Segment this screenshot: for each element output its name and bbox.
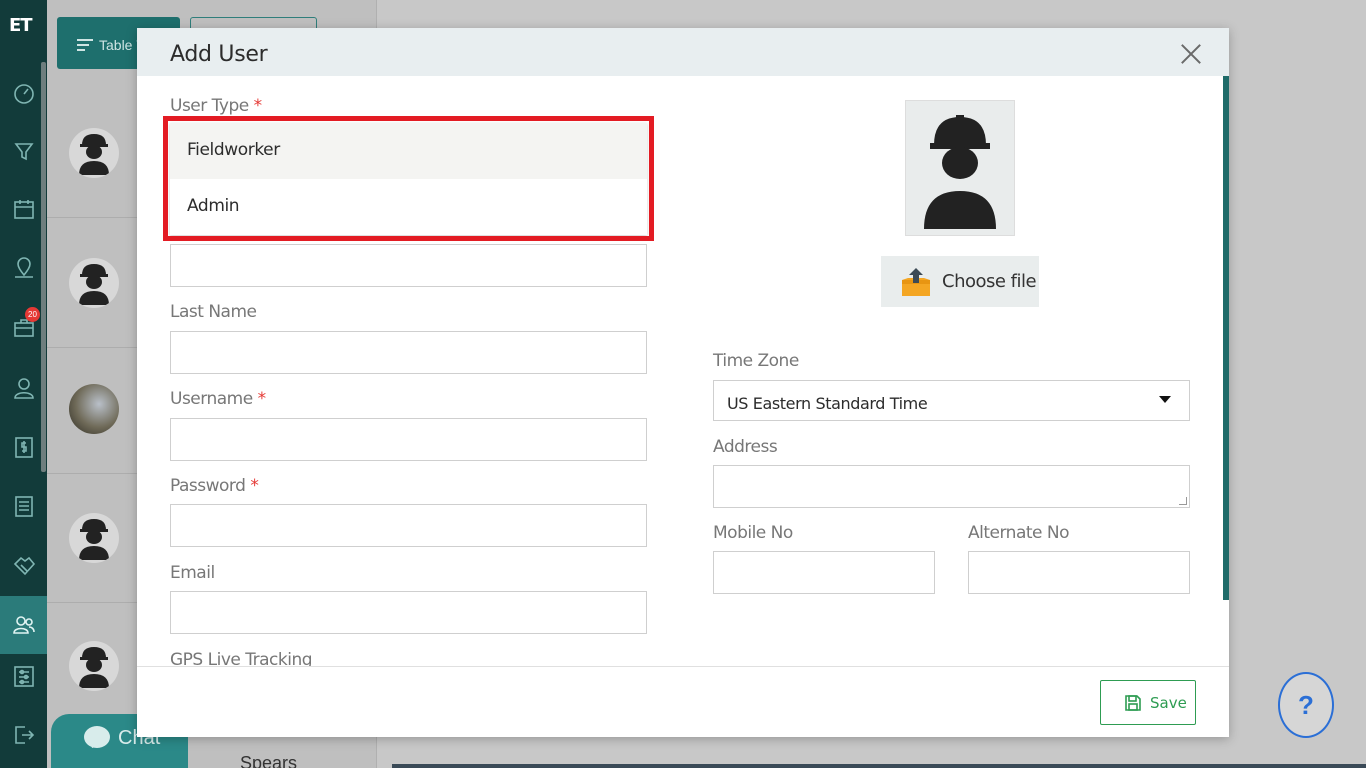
address-field[interactable] [713, 465, 1190, 508]
gps-tracking-label: GPS Live Tracking [170, 650, 313, 666]
required-marker: * [250, 476, 259, 496]
worker-avatar-icon [924, 115, 996, 229]
dollar-icon [14, 437, 33, 458]
notification-badge: 20 [25, 307, 40, 322]
first-name-field[interactable] [170, 244, 647, 287]
chat-bubble-icon [84, 726, 110, 748]
floppy-disk-icon [1125, 694, 1141, 711]
bottom-strip [392, 764, 1366, 768]
person-icon [13, 378, 34, 399]
choose-file-label: Choose file [942, 271, 1037, 292]
username-field[interactable] [170, 418, 647, 461]
worker-avatar-icon [79, 647, 109, 688]
avatar [69, 641, 119, 691]
worker-avatar-icon [79, 134, 109, 175]
alternate-label: Alternate No [968, 523, 1070, 543]
nav-customers[interactable] [0, 359, 47, 417]
modal-scrollbar[interactable] [1223, 76, 1229, 600]
nav-logout[interactable] [0, 706, 47, 764]
mobile-field[interactable] [713, 551, 935, 594]
nav-dashboard[interactable] [0, 64, 47, 122]
highlight-frame [163, 116, 654, 241]
footer-divider [137, 666, 1229, 667]
nav-list[interactable] [0, 477, 47, 535]
email-label: Email [170, 563, 215, 583]
username-label: Username * [170, 389, 266, 409]
profile-photo [905, 100, 1015, 236]
time-zone-value: US Eastern Standard Time [727, 394, 928, 413]
nav-calendar[interactable] [0, 180, 47, 238]
nav-map[interactable] [0, 239, 47, 297]
address-label: Address [713, 437, 778, 457]
list-item[interactable] [47, 346, 137, 474]
required-marker: * [257, 389, 267, 409]
nav-jobs[interactable]: 20 [0, 298, 47, 356]
required-marker: * [253, 96, 263, 116]
email-field[interactable] [170, 591, 647, 634]
list-item[interactable] [47, 475, 137, 603]
save-button[interactable]: Save [1100, 680, 1196, 725]
list-item[interactable] [47, 603, 137, 731]
choose-file-button[interactable]: Choose file [881, 256, 1039, 307]
user-type-label: User Type * [170, 96, 262, 116]
list-item[interactable] [47, 220, 137, 348]
username-label-text: Username [170, 389, 253, 409]
close-icon[interactable] [1180, 43, 1202, 65]
nav-users[interactable] [0, 596, 47, 654]
speedometer-icon [13, 84, 34, 104]
list-icon [14, 496, 33, 517]
help-button[interactable]: ? [1278, 672, 1334, 738]
avatar [69, 384, 119, 434]
password-label: Password * [170, 476, 259, 496]
logout-icon [14, 726, 34, 744]
nav-settings[interactable] [0, 647, 47, 705]
worker-avatar-icon [79, 519, 109, 560]
last-name-field[interactable] [170, 331, 647, 374]
avatar [69, 513, 119, 563]
nav-funnel[interactable] [0, 122, 47, 180]
add-user-modal: Add User User Type * Last Name Username … [137, 28, 1229, 737]
nav-deals[interactable] [0, 537, 47, 595]
sort-icon [77, 39, 93, 51]
calendar-icon [13, 200, 34, 219]
chevron-down-icon [1159, 396, 1171, 403]
users-icon [12, 616, 35, 634]
user-type-label-text: User Type [170, 96, 249, 116]
password-field[interactable] [170, 504, 647, 547]
handshake-icon [13, 556, 35, 576]
worker-avatar-icon [79, 264, 109, 305]
sliders-icon [13, 666, 34, 687]
upload-icon [902, 267, 930, 296]
save-label: Save [1150, 693, 1187, 712]
list-item[interactable] [47, 90, 137, 218]
funnel-icon [13, 143, 34, 161]
app-logo[interactable]: ET [9, 15, 37, 47]
avatar [69, 258, 119, 308]
time-zone-select[interactable]: US Eastern Standard Time [713, 380, 1190, 421]
time-zone-label: Time Zone [713, 351, 799, 371]
avatar [69, 128, 119, 178]
modal-header: Add User [137, 28, 1229, 76]
mobile-label: Mobile No [713, 523, 793, 543]
modal-title: Add User [170, 42, 268, 67]
list-item-name: Spears [240, 753, 298, 768]
alternate-field[interactable] [968, 551, 1190, 594]
map-pin-icon [14, 257, 33, 278]
nav-scrollbar[interactable] [41, 62, 46, 472]
left-nav-rail: ET 20 [0, 0, 47, 768]
nav-billing[interactable] [0, 418, 47, 476]
password-label-text: Password [170, 476, 246, 496]
last-name-label: Last Name [170, 302, 257, 322]
